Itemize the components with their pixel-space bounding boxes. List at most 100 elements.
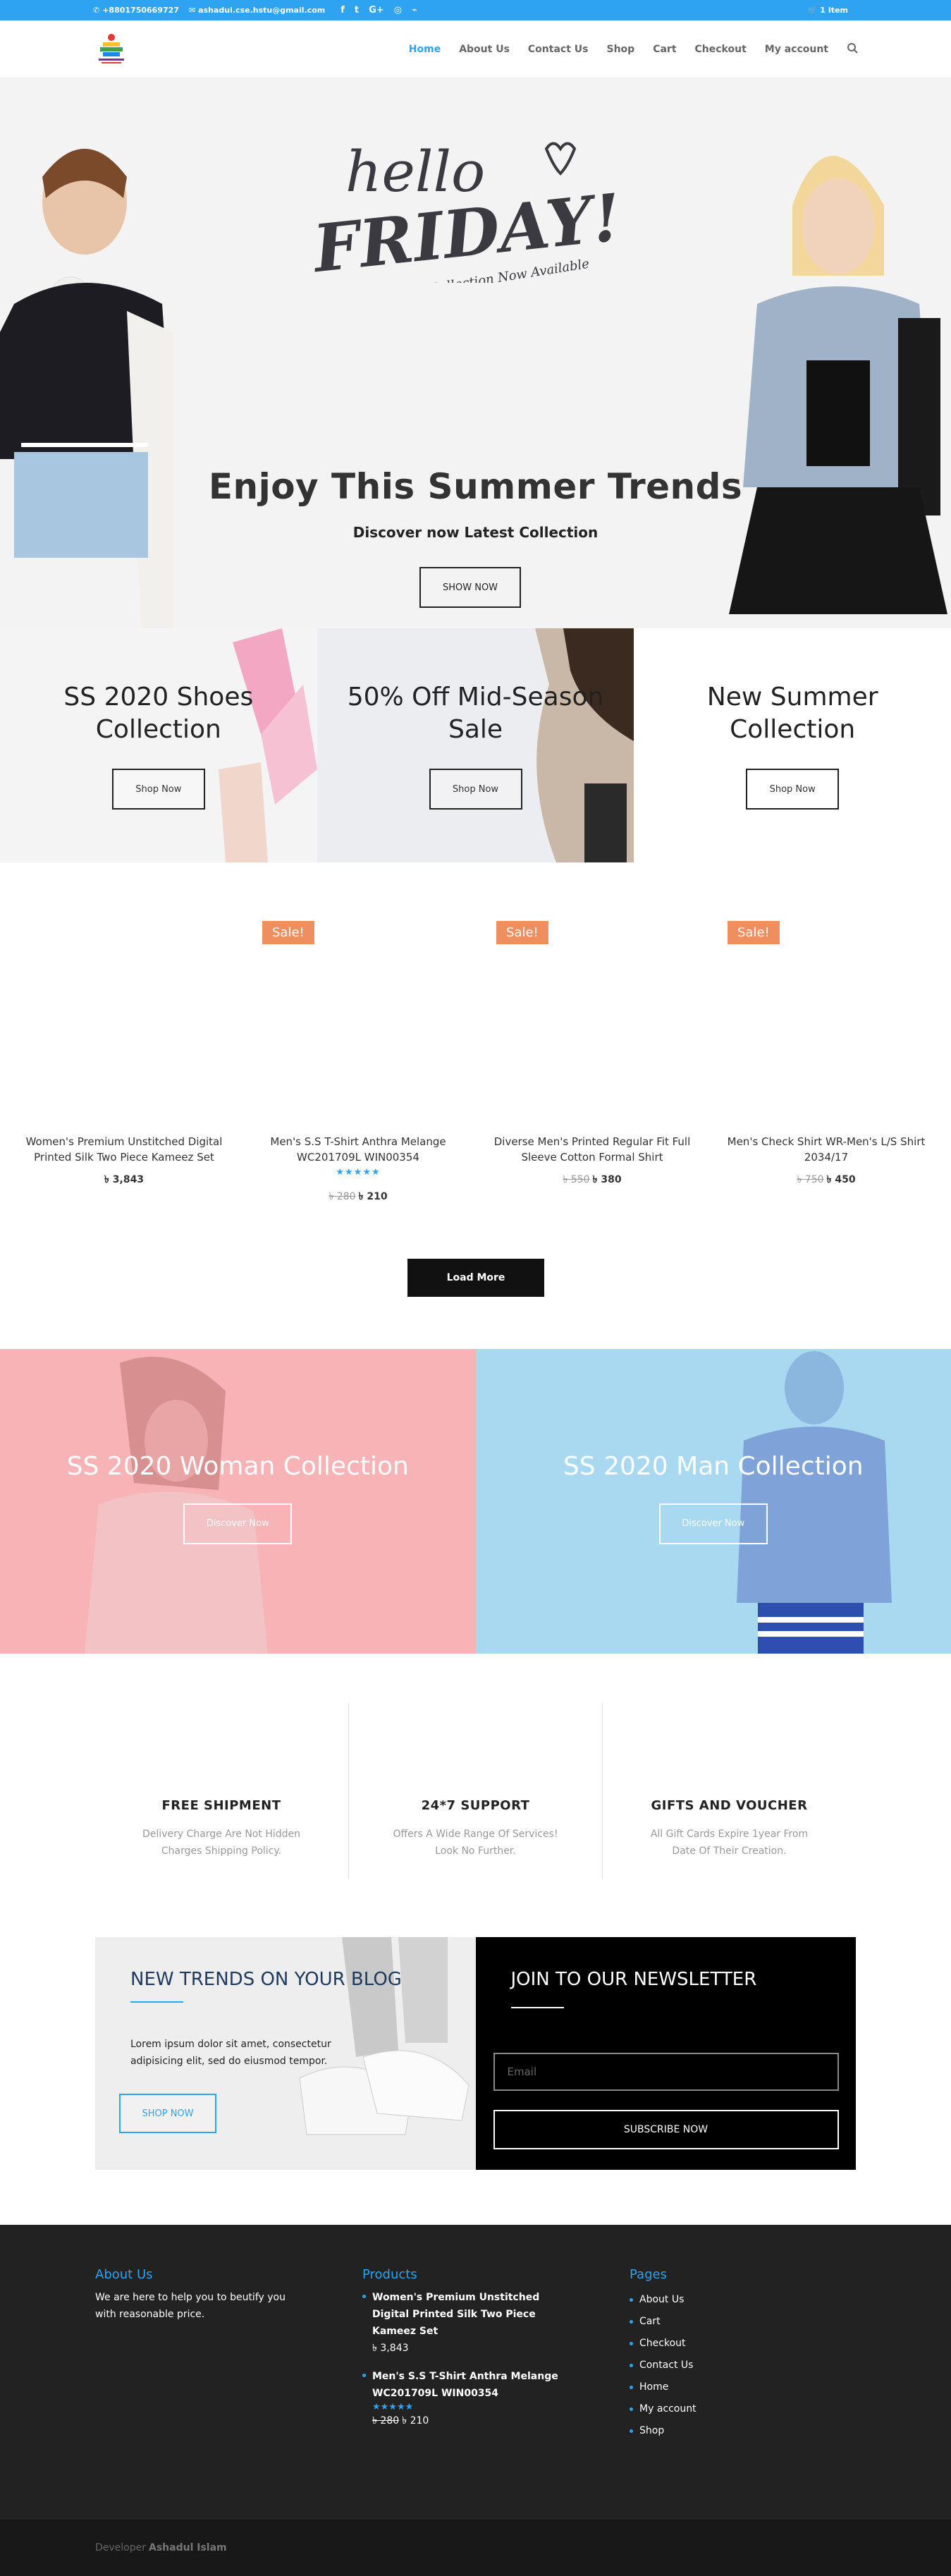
footer-link[interactable]: Home [630, 2376, 841, 2398]
footer-link[interactable]: Contact Us [630, 2355, 841, 2376]
blog-text: Lorem ipsum dolor sit amet, consectetur … [130, 2036, 349, 2070]
sale-badge: Sale! [728, 921, 780, 944]
feature-title: 24*7 SUPPORT [349, 1798, 602, 1813]
facebook-icon[interactable]: f [340, 5, 345, 16]
load-more-button[interactable]: Load More [407, 1259, 544, 1297]
newsletter-title-underline [511, 2007, 564, 2008]
rating-stars: ★★★★★ [372, 2402, 574, 2412]
nav-about-us[interactable]: About Us [459, 44, 510, 55]
hero-subtitle: Discover now Latest Collection [0, 524, 951, 541]
twitter-icon[interactable]: t [355, 5, 359, 16]
sale-badge: Sale! [496, 921, 548, 944]
shop-now-button[interactable]: Shop Now [746, 769, 839, 810]
feature-text: All Gift Cards Expire 1year From Date Of… [642, 1826, 817, 1860]
footer-link[interactable]: Checkout [630, 2333, 841, 2355]
developer-credit-label: Developer [95, 2542, 146, 2553]
product-card[interactable]: Sale! Men's Check Shirt WR-Men's L/S Shi… [720, 862, 932, 1201]
google-plus-icon[interactable]: G+ [369, 5, 384, 16]
man-collection-banner[interactable]: SS 2020 Man Collection Discover Now [476, 1349, 951, 1654]
footer-product-item[interactable]: Women's Premium Unstitched Digital Print… [362, 2289, 574, 2357]
nav-checkout[interactable]: Checkout [695, 44, 747, 55]
footer-link[interactable]: Shop [630, 2420, 841, 2442]
promo-new-summer[interactable]: New SummerCollection Shop Now [634, 628, 951, 862]
discover-now-button[interactable]: Discover Now [183, 1503, 292, 1544]
footer-product-name[interactable]: Men's S.S T-Shirt Anthra Melange WC20170… [372, 2368, 574, 2402]
newsletter-box: JOIN TO OUR NEWSLETTER SUBSCRIBE NOW [476, 1937, 857, 2170]
shop-now-button[interactable]: SHOP NOW [119, 2094, 216, 2133]
site-logo[interactable] [93, 32, 130, 67]
product-price: ৳ 280৳ 210 [252, 1188, 464, 1205]
product-name[interactable]: Men's Check Shirt WR-Men's L/S Shirt 203… [720, 1134, 932, 1165]
collection-banners: SS 2020 Woman Collection Discover Now SS… [0, 1349, 951, 1654]
hero-model-left-image [0, 121, 173, 628]
product-name[interactable]: Men's S.S T-Shirt Anthra Melange WC20170… [252, 1134, 464, 1165]
footer-about: About Us We are here to help you to beut… [95, 2267, 307, 2323]
feature-text: Delivery Charge Are Not Hidden Charges S… [133, 1826, 309, 1860]
email-input[interactable] [493, 2053, 839, 2091]
sale-badge: Sale! [262, 921, 314, 944]
footer-product-price: ৳ 3,843 [372, 2340, 574, 2357]
subscribe-button[interactable]: SUBSCRIBE NOW [493, 2110, 839, 2149]
woman-collection-banner[interactable]: SS 2020 Woman Collection Discover Now [0, 1349, 476, 1654]
footer-product-name[interactable]: Women's Premium Unstitched Digital Print… [372, 2289, 574, 2340]
feature-gifts: GIFTS AND VOUCHER All Gift Cards Expire … [602, 1703, 856, 1879]
feature-free-shipment: FREE SHIPMENT Delivery Charge Are Not Hi… [94, 1703, 348, 1879]
footer-products: Products Women's Premium Unstitched Digi… [362, 2267, 574, 2441]
footer-link[interactable]: About Us [630, 2289, 841, 2311]
search-icon[interactable] [847, 42, 858, 56]
product-price: ৳ 3,843 [18, 1171, 230, 1188]
main-nav: Home About Us Contact Us Shop Cart Check… [409, 42, 858, 56]
product-card[interactable]: Sale! Men's S.S T-Shirt Anthra Melange W… [252, 862, 464, 1201]
feature-support: 24*7 SUPPORT Offers A Wide Range Of Serv… [348, 1703, 602, 1879]
product-price: ৳ 750৳ 450 [720, 1171, 932, 1188]
product-price: ৳ 550৳ 380 [486, 1171, 698, 1188]
nav-my-account[interactable]: My account [765, 44, 828, 55]
discover-now-button[interactable]: Discover Now [659, 1503, 768, 1544]
promo-shoes[interactable]: SS 2020 ShoesCollection Shop Now [0, 628, 317, 862]
nav-home[interactable]: Home [409, 44, 441, 55]
phone-icon: ✆ [93, 6, 99, 15]
phone-contact[interactable]: ✆ +8801750669727 [93, 6, 179, 15]
footer-heading: About Us [95, 2267, 307, 2282]
rss-icon[interactable]: ⌁ [412, 5, 417, 16]
show-now-button[interactable]: SHOW NOW [419, 567, 521, 608]
blog-newsletter-section: NEW TRENDS ON YOUR BLOG Lorem ipsum dolo… [95, 1937, 856, 2170]
product-card[interactable]: Women's Premium Unstitched Digital Print… [18, 862, 230, 1201]
hero-title: Enjoy This Summer Trends [0, 466, 951, 507]
footer-product-price: ৳ 280৳ 210 [372, 2412, 574, 2429]
footer-link[interactable]: My account [630, 2398, 841, 2420]
hero-model-right-image [708, 92, 951, 628]
blog-promo: NEW TRENDS ON YOUR BLOG Lorem ipsum dolo… [95, 1937, 476, 2170]
product-card[interactable]: Sale! Diverse Men's Printed Regular Fit … [486, 862, 698, 1201]
collection-title: SS 2020 Man Collection [563, 1452, 864, 1481]
footer-about-text: We are here to help you to beutify you w… [95, 2289, 307, 2323]
footer-product-item[interactable]: Men's S.S T-Shirt Anthra Melange WC20170… [362, 2368, 574, 2429]
feature-title: GIFTS AND VOUCHER [603, 1798, 856, 1813]
footer-link[interactable]: Cart [630, 2311, 841, 2333]
product-name[interactable]: Women's Premium Unstitched Digital Print… [18, 1134, 230, 1165]
footer-pages: Pages About Us Cart Checkout Contact Us … [630, 2267, 841, 2442]
cart-link[interactable]: 🛒 1 Item [808, 6, 848, 15]
footer-heading: Products [362, 2267, 574, 2282]
feature-title: FREE SHIPMENT [94, 1798, 348, 1813]
site-footer: About Us We are here to help you to beut… [0, 2225, 951, 2520]
promo-mid-season-sale[interactable]: 50% Off Mid-SeasonSale Shop Now [317, 628, 634, 862]
product-name[interactable]: Diverse Men's Printed Regular Fit Full S… [486, 1134, 698, 1165]
bottom-bar: Developer Ashadul Islam [0, 2520, 951, 2576]
blog-title: NEW TRENDS ON YOUR BLOG [130, 1969, 402, 1990]
developer-name: Ashadul Islam [149, 2542, 227, 2553]
promo-title: SS 2020 ShoesCollection [63, 681, 253, 746]
instagram-icon[interactable]: ◎ [394, 5, 402, 16]
nav-contact-us[interactable]: Contact Us [528, 44, 589, 55]
hello-friday-graphic: hello FRIDAY! Casual Collection Now Avai… [303, 135, 649, 283]
nav-cart[interactable]: Cart [653, 44, 676, 55]
promo-title: 50% Off Mid-SeasonSale [348, 681, 604, 746]
features-section: FREE SHIPMENT Delivery Charge Are Not Hi… [0, 1654, 951, 1937]
shop-now-button[interactable]: Shop Now [429, 769, 522, 810]
email-contact[interactable]: ✉ ashadul.cse.hstu@gmail.com [189, 6, 325, 15]
nav-shop[interactable]: Shop [606, 44, 634, 55]
blog-title-underline [130, 2001, 183, 2003]
envelope-icon: ✉ [189, 6, 195, 15]
promo-banners: SS 2020 ShoesCollection Shop Now 50% Off… [0, 628, 951, 862]
shop-now-button[interactable]: Shop Now [112, 769, 205, 810]
